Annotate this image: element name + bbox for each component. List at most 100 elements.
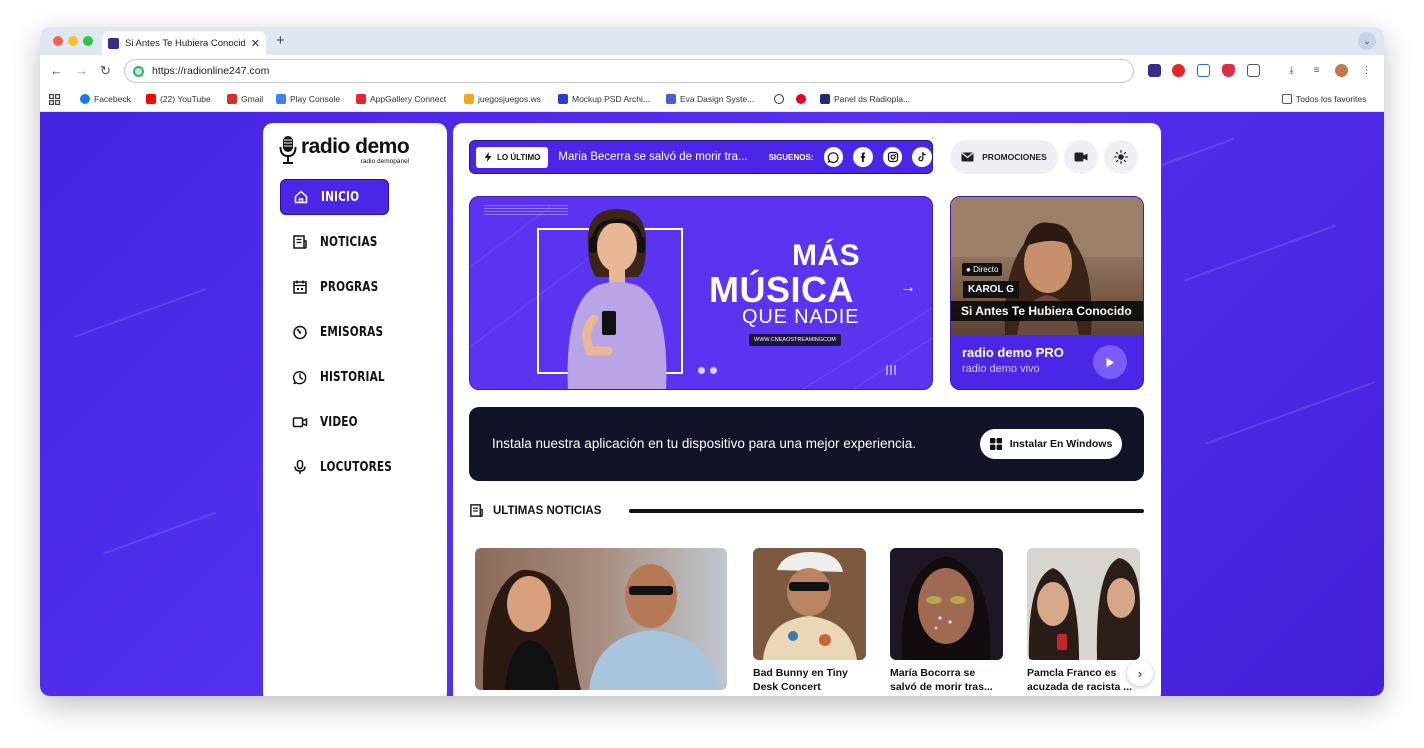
appgallery-icon — [356, 94, 366, 104]
live-player-card[interactable]: ● Directo KAROL G Si Antes Te Hubiera Co… — [950, 196, 1144, 390]
extension-shield-icon[interactable] — [1222, 64, 1235, 77]
download-icon[interactable]: ⤓ — [1285, 64, 1298, 77]
apps-grid-icon[interactable] — [49, 94, 60, 105]
minimize-window-button[interactable] — [68, 36, 78, 46]
sidebar: radio demo radio demopanel INICIO NOTICI… — [263, 123, 447, 696]
logo-title: radio demo — [301, 134, 410, 158]
carousel-dot[interactable] — [698, 367, 705, 374]
nav-label: EMISORAS — [320, 324, 384, 340]
news-photo — [901, 556, 991, 660]
bookmarks-folder[interactable]: Todos los favorites — [1282, 94, 1366, 104]
install-app-banner: Instala nuestra aplicación en tu disposi… — [469, 407, 1144, 481]
instagram-icon[interactable] — [882, 147, 903, 167]
play-icon — [1106, 357, 1114, 367]
juegosjuegos-icon — [464, 94, 474, 104]
news-card[interactable]: Bad Bunny en Tiny Desk Concert — [753, 548, 866, 694]
nav-item-emisoras[interactable]: EMISORAS — [280, 314, 389, 350]
promotions-label: PROMOCIONES — [982, 152, 1047, 162]
nav-item-progras[interactable]: PROGRAS — [280, 269, 389, 305]
news-ticker[interactable]: LO ÚLTIMO Maria Becerra se salvó de mori… — [469, 140, 933, 174]
news-photo — [1028, 558, 1140, 660]
news-image — [475, 548, 727, 690]
news-card[interactable]: Pamcla Franco es acuzada de racista ... — [1027, 548, 1140, 694]
microphone-logo-icon — [279, 136, 297, 164]
carousel-dots — [698, 367, 717, 374]
browser-toolbar: ← → ↻ https://radionline247.com ⤓ ≡ ⋮ — [40, 55, 1384, 88]
bookmark-play-console[interactable]: Play Console — [276, 94, 340, 104]
radio-icon — [293, 325, 307, 340]
profile-avatar[interactable] — [1335, 64, 1348, 77]
news-card[interactable]: María Bocorra se salvó de morir tras... — [890, 548, 1003, 694]
extension-radio-icon[interactable] — [1148, 64, 1161, 77]
live-artist: KAROL G — [963, 281, 1019, 298]
tiktok-icon[interactable] — [912, 147, 932, 167]
bookmark-threads[interactable] — [774, 94, 784, 104]
gmail-icon — [227, 94, 237, 104]
arrow-right-icon[interactable]: → — [900, 279, 916, 297]
bookmark-juegosjuegos[interactable]: juegosjuegos.ws — [464, 94, 541, 104]
bookmark-label: Facebeck — [94, 94, 131, 104]
ticker-headline[interactable]: Maria Becerra se salvó de morir tra... — [558, 151, 758, 163]
close-window-button[interactable] — [53, 36, 63, 46]
reload-button[interactable]: ↻ — [100, 63, 111, 79]
chevron-right-icon[interactable]: › — [1127, 660, 1153, 686]
extension-opera-icon[interactable] — [1172, 64, 1185, 77]
nav-item-video[interactable]: VIDEO — [280, 404, 389, 440]
bookmark-pinterest[interactable] — [796, 94, 806, 104]
nav-item-historial[interactable]: HISTORIAL — [280, 359, 389, 395]
facebook-icon[interactable] — [853, 147, 873, 167]
play-button[interactable] — [1093, 345, 1127, 379]
media-control-icon[interactable]: ≡ — [1310, 64, 1323, 77]
bookmark-facebook[interactable]: Facebeck — [80, 94, 131, 104]
site-info-icon[interactable] — [133, 65, 144, 77]
ticker-badge: LO ÚLTIMO — [476, 146, 549, 168]
address-bar[interactable]: https://radionline247.com — [124, 59, 1134, 83]
banner-title-line2: MÚSICA — [709, 269, 854, 310]
nav-item-inicio[interactable]: INICIO — [280, 179, 389, 215]
banner-title-line3: QUE NADIE — [742, 306, 860, 328]
bookmark-panel[interactable]: Panel ds Radiopla... — [820, 94, 910, 104]
browser-tab[interactable]: Si Antes Te Hubiera Conocido ✕ — [102, 31, 266, 55]
video-call-button[interactable] — [1064, 140, 1098, 174]
browser-menu-icon[interactable]: ⋮ — [1360, 64, 1373, 77]
nav-label: INICIO — [321, 189, 360, 205]
close-tab-icon[interactable]: ✕ — [251, 37, 260, 50]
extension-screenshot-icon[interactable] — [1197, 64, 1210, 77]
install-windows-button[interactable]: Instalar En Windows — [980, 429, 1122, 459]
bookmark-eva-design[interactable]: Eva Dasign Syste... — [666, 94, 754, 104]
bookmark-mockup-psd[interactable]: Mockup PSD Archi... — [558, 94, 650, 104]
forward-button[interactable]: → — [75, 63, 88, 78]
camera-icon — [1074, 152, 1088, 162]
youtube-icon — [146, 94, 156, 104]
news-icon — [293, 235, 307, 249]
tab-bar: Si Antes Te Hubiera Conocido ✕ + ⌄ — [40, 27, 1384, 55]
back-button[interactable]: ← — [50, 63, 63, 78]
logo-subtitle: radio demopanel — [360, 157, 410, 165]
mockup-psd-icon — [558, 94, 568, 104]
extensions-puzzle-icon[interactable] — [1247, 64, 1260, 77]
tab-search-button[interactable]: ⌄ — [1358, 32, 1376, 50]
whatsapp-icon[interactable] — [823, 147, 844, 167]
nav-item-noticias[interactable]: NOTICIAS — [280, 224, 389, 260]
site-logo[interactable]: radio demo radio demopanel — [279, 134, 410, 165]
carousel-dot[interactable] — [710, 367, 717, 374]
nav-item-locutores[interactable]: LOCUTORES — [280, 449, 392, 485]
new-tab-button[interactable]: + — [276, 32, 285, 49]
background-streak — [1205, 381, 1375, 445]
bookmark-appgallery[interactable]: AppGallery Connect — [356, 94, 446, 104]
theme-toggle-button[interactable] — [1104, 140, 1138, 174]
tab-favicon-icon — [108, 37, 119, 49]
bookmark-youtube[interactable]: (22) YouTube — [146, 94, 211, 104]
news-heading-label: ULTIMAS NOTICIAS — [493, 504, 602, 517]
news-card[interactable] — [475, 548, 727, 690]
bookmark-gmail[interactable]: Gmail — [227, 94, 263, 104]
news-icon — [470, 504, 483, 517]
follow-label: SIGUENOS: — [768, 152, 814, 162]
install-button-label: Instalar En Windows — [1009, 438, 1113, 450]
maximize-window-button[interactable] — [83, 36, 93, 46]
page-viewport: radio demo radio demopanel INICIO NOTICI… — [40, 112, 1384, 696]
promotions-button[interactable]: PROMOCIONES — [950, 140, 1058, 174]
news-section-heading: ULTIMAS NOTICIAS — [469, 503, 601, 518]
bookmark-label: Play Console — [290, 94, 341, 104]
hero-banner[interactable]: MÁS MÚSICA QUE NADIE WWW.CNEAOSTREAMINGC… — [469, 196, 933, 390]
